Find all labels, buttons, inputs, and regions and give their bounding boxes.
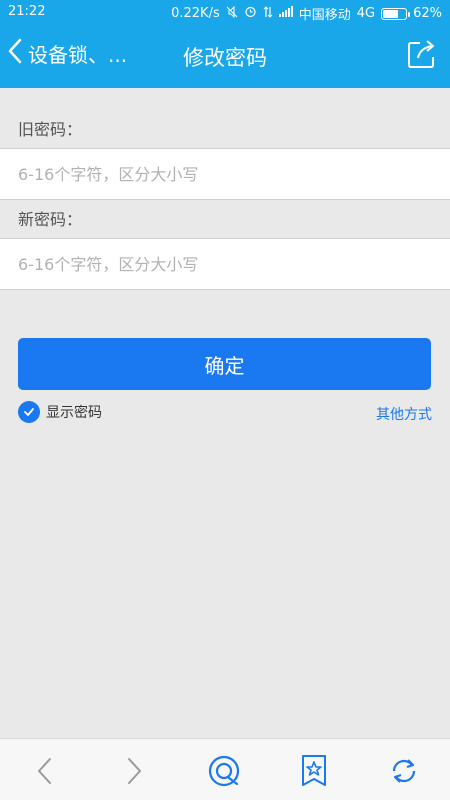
- network-type: 4G: [356, 6, 376, 21]
- carrier-name: 中国移动: [298, 8, 351, 23]
- mute-icon: [226, 5, 238, 22]
- bottom-nav-bar: [0, 738, 450, 800]
- show-password-toggle[interactable]: 显示密码: [18, 401, 102, 423]
- battery-icon: [381, 7, 411, 20]
- share-button[interactable]: [406, 38, 438, 74]
- confirm-button[interactable]: 确定: [18, 338, 431, 390]
- battery-percent: 62%: [413, 6, 442, 21]
- home-icon[interactable]: [206, 753, 242, 789]
- status-bar: 21:22 0.22K/s 中国移动 4G 62%: [0, 0, 450, 24]
- new-password-input[interactable]: [0, 239, 450, 289]
- signal-icon: [278, 6, 293, 21]
- show-password-label: 显示密码: [46, 405, 102, 421]
- data-transfer-icon: [263, 5, 273, 22]
- new-password-field[interactable]: [0, 238, 450, 290]
- refresh-icon[interactable]: [386, 753, 422, 789]
- network-speed: 0.22K/s: [171, 6, 220, 21]
- status-right: 0.22K/s 中国移动 4G 62%: [171, 4, 442, 23]
- title-bar: 设备锁、... 修改密码: [0, 24, 450, 88]
- back-arrow-icon[interactable]: [27, 753, 63, 789]
- page-title: 修改密码: [183, 46, 267, 70]
- other-methods-link[interactable]: 其他方式: [376, 404, 432, 424]
- alarm-icon: [244, 5, 257, 22]
- bookmark-star-icon[interactable]: [296, 753, 332, 789]
- checkmark-icon: [18, 401, 40, 423]
- status-time: 21:22: [8, 4, 46, 19]
- forward-arrow-icon[interactable]: [116, 753, 152, 789]
- share-icon: [406, 40, 438, 74]
